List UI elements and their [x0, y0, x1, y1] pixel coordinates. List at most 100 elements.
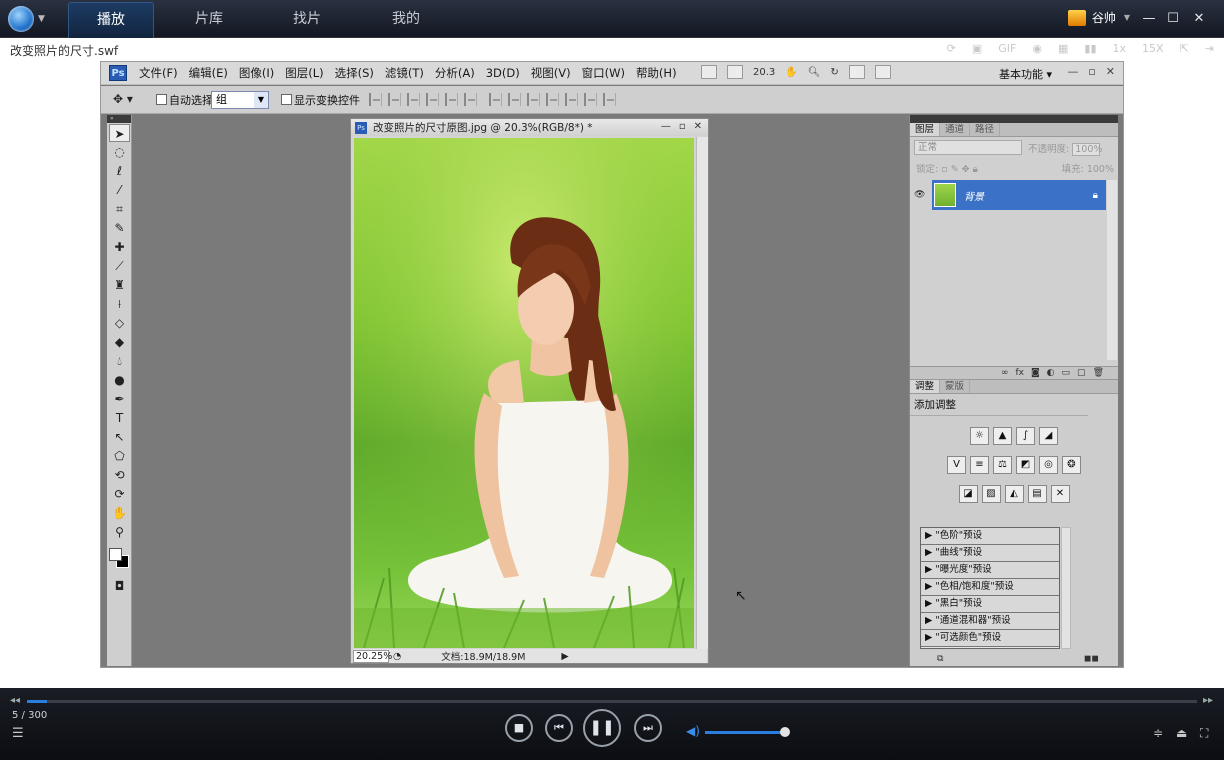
color-swatches[interactable] [109, 545, 130, 573]
distribute-center-icon[interactable] [565, 93, 578, 106]
menu-edit[interactable]: 编辑(E) [189, 65, 228, 81]
pin-icon[interactable]: ⇥ [1205, 42, 1214, 55]
blur-tool-icon[interactable]: 💧︎ [109, 352, 130, 370]
menu-file[interactable]: 文件(F) [139, 65, 178, 81]
menu-view[interactable]: 视图(V) [531, 65, 571, 81]
view-extras-icon[interactable] [727, 65, 743, 79]
levels-icon[interactable]: ▲ [993, 427, 1012, 445]
zoom-tool-icon[interactable]: ⚲ [109, 523, 130, 541]
3d-rotate-tool-icon[interactable]: ⟲ [109, 466, 130, 484]
path-selection-tool-icon[interactable]: ↖ [109, 428, 130, 446]
external-link-icon[interactable]: ⇱ [1180, 42, 1189, 55]
tab-play[interactable]: 播放 [68, 2, 154, 38]
photo-canvas[interactable] [354, 138, 694, 648]
speed-1x-button[interactable]: 1x [1113, 42, 1127, 55]
document-title-bar[interactable]: Ps 改变照片的尺寸原图.jpg @ 20.3%(RGB/8*) * — ▫ ✕ [351, 119, 708, 136]
delete-layer-icon[interactable]: 🗑︎ [1093, 368, 1104, 378]
distribute-bottom-icon[interactable] [527, 93, 540, 106]
brush-tool-icon[interactable]: ⟋ [109, 257, 130, 275]
group-icon[interactable]: ▭ [1062, 368, 1071, 378]
close-button[interactable]: ✕ [1190, 10, 1208, 28]
menu-help[interactable]: 帮助(H) [636, 65, 677, 81]
menu-layer[interactable]: 图层(L) [285, 65, 323, 81]
blend-mode-dropdown[interactable]: 正常 [914, 140, 1022, 155]
refresh-icon[interactable]: ⟳ [947, 42, 956, 55]
tab-library[interactable]: 片库 [166, 2, 252, 38]
volume-knob[interactable] [779, 727, 790, 737]
magic-wand-tool-icon[interactable]: ⁄ [109, 181, 130, 199]
maximize-button[interactable]: ☐ [1164, 10, 1182, 28]
threshold-icon[interactable]: ◭ [1004, 485, 1024, 503]
rotate-view-icon[interactable]: ↻ [830, 67, 838, 78]
menu-image[interactable]: 图像(I) [239, 65, 274, 81]
move-tool-icon[interactable]: ➤ [109, 124, 130, 142]
seek-forward-icon[interactable]: ▸▸ [1203, 695, 1213, 706]
menu-filter[interactable]: 滤镜(T) [385, 65, 424, 81]
vibrance-icon[interactable]: V [947, 456, 966, 474]
playlist-icon[interactable]: ☰ [12, 726, 24, 741]
healing-brush-tool-icon[interactable]: ✚ [109, 238, 130, 256]
link-layers-icon[interactable]: ∞ [1001, 368, 1009, 378]
color-balance-icon[interactable]: ⚖ [993, 456, 1012, 474]
tab-mine[interactable]: 我的 [363, 2, 449, 38]
tab-masks[interactable]: 蒙版 [940, 380, 971, 393]
distribute-left-icon[interactable] [546, 93, 559, 106]
preset-channel-mixer[interactable]: ▶ "通道混和器"预设 [921, 613, 1059, 630]
marquee-tool-icon[interactable]: ◌ [109, 143, 130, 161]
gif-icon[interactable]: GIF [998, 42, 1016, 55]
layer-style-icon[interactable]: fx [1015, 368, 1024, 378]
invert-icon[interactable]: ◪ [958, 485, 978, 503]
tab-channels[interactable]: 通道 [940, 123, 971, 136]
volume-icon[interactable]: ◀) [686, 724, 700, 738]
distribute-right-icon[interactable] [584, 93, 597, 106]
player-logo-menu[interactable]: ▼ [8, 5, 48, 33]
fill-control[interactable]: 填充: 100% [1062, 161, 1114, 175]
distribute-top-icon[interactable] [489, 93, 502, 106]
status-menu-icon[interactable]: ◔ [393, 651, 401, 662]
history-brush-tool-icon[interactable]: ⟊ [109, 295, 130, 313]
color-bars-icon[interactable]: ▮▮ [1084, 42, 1096, 55]
hand-tool-icon[interactable]: ✋ [109, 504, 130, 522]
distribute-middle-icon[interactable] [508, 93, 521, 106]
stop-button[interactable]: ■ [505, 714, 533, 742]
zoom-tool-icon[interactable]: 🔍︎ [808, 67, 821, 78]
3d-orbit-tool-icon[interactable]: ⟳ [109, 485, 130, 503]
screen-mode-icon[interactable] [874, 65, 891, 79]
preset-exposure[interactable]: ▶ "曝光度"预设 [921, 562, 1059, 579]
video-frame[interactable]: Ps 文件(F) 编辑(E) 图像(I) 图层(L) 选择(S) 滤镜(T) 分… [0, 60, 1224, 688]
lock-icons[interactable]: ▫ ✎ ✥ 🔒︎ [941, 164, 977, 175]
zoom-level-menu[interactable]: 20.3 [753, 67, 775, 78]
quick-mask-icon[interactable]: ◘ [109, 577, 130, 595]
clone-stamp-tool-icon[interactable]: ♜ [109, 276, 130, 294]
opacity-control[interactable]: 不透明度: 100% [1028, 141, 1102, 156]
move-tool-preset-icon[interactable]: ✥ ▾ [113, 92, 133, 106]
layer-row-background[interactable]: 背景 🔒︎ [932, 180, 1106, 210]
pause-button[interactable]: ❚❚ [583, 709, 621, 747]
menu-window[interactable]: 窗口(W) [582, 65, 625, 81]
dodge-tool-icon[interactable]: ● [109, 371, 130, 389]
selective-color-icon[interactable]: ✕ [1050, 485, 1070, 503]
lasso-tool-icon[interactable]: ℓ [109, 162, 130, 180]
record-icon[interactable]: ◉ [1032, 42, 1042, 55]
channel-mixer-icon[interactable]: ❂ [1062, 456, 1081, 474]
menu-select[interactable]: 选择(S) [335, 65, 374, 81]
tab-layers[interactable]: 图层 [910, 123, 941, 136]
adjustment-layer-icon[interactable]: ◐ [1047, 368, 1055, 378]
align-center-icon[interactable] [445, 93, 458, 106]
preset-curves[interactable]: ▶ "曲线"预设 [921, 545, 1059, 562]
curves-icon[interactable]: ∫ [1016, 427, 1035, 445]
photo-filter-icon[interactable]: ◎ [1039, 456, 1058, 474]
paint-bucket-tool-icon[interactable]: ◆ [109, 333, 130, 351]
speed-15x-button[interactable]: 15X [1142, 42, 1164, 55]
layers-scrollbar[interactable] [1107, 180, 1117, 360]
next-button[interactable]: ⏭︎ [634, 714, 662, 742]
bridge-icon[interactable] [701, 65, 717, 79]
layer-mask-icon[interactable]: ◙ [1031, 368, 1040, 378]
previous-button[interactable]: ⏮︎ [545, 714, 573, 742]
auto-select-checkbox[interactable] [156, 94, 167, 105]
type-tool-icon[interactable]: T [109, 409, 130, 427]
align-right-icon[interactable] [464, 93, 477, 106]
exposure-icon[interactable]: ◢ [1039, 427, 1058, 445]
document-window[interactable]: Ps 改变照片的尺寸原图.jpg @ 20.3%(RGB/8*) * — ▫ ✕ [350, 118, 709, 664]
user-menu[interactable]: 谷帅 ▼ [1067, 9, 1130, 26]
